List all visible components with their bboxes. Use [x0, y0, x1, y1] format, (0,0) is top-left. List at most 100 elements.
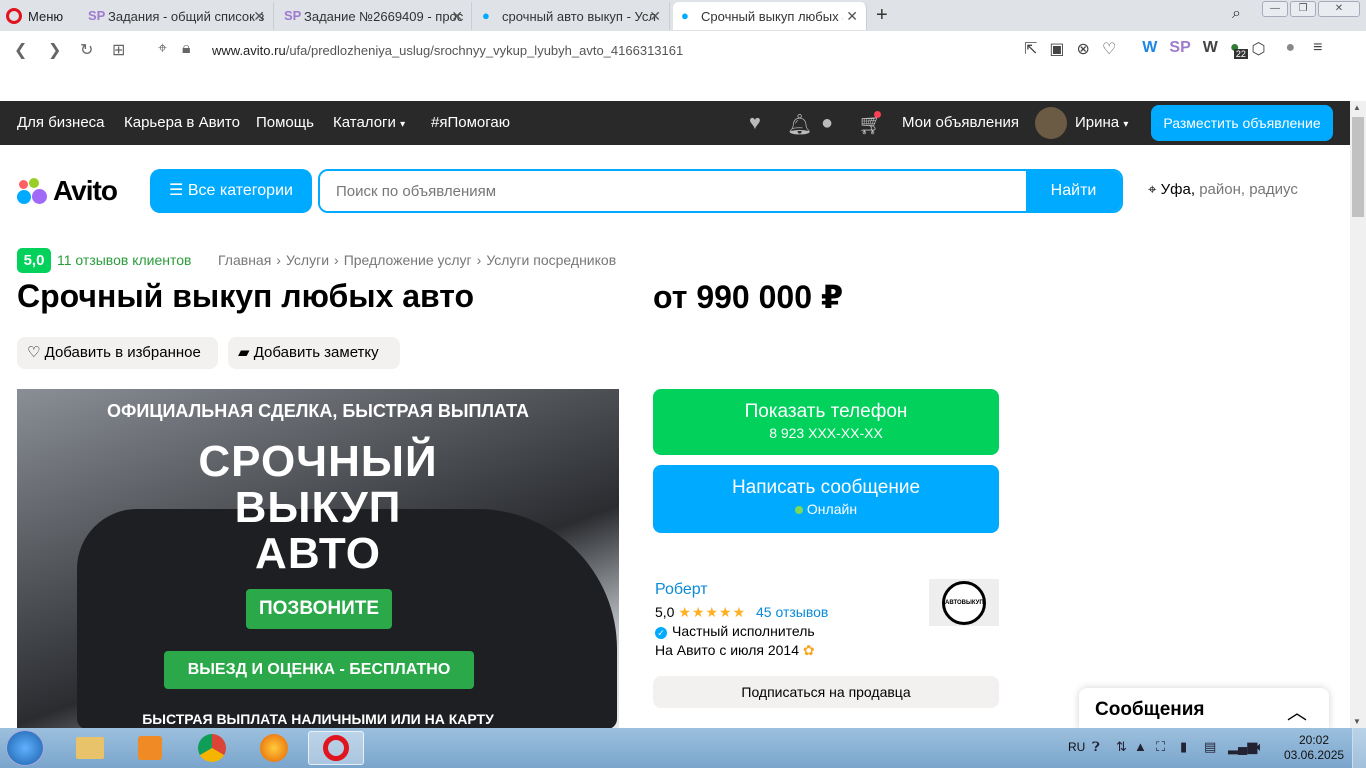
seller-name[interactable]: Роберт	[655, 581, 708, 599]
close-tab-icon[interactable]: ✕	[846, 8, 858, 25]
notifications-bell-icon[interactable]: 🔔︎	[787, 112, 812, 137]
browser-tab-label: Задание №2669409 - прос	[304, 8, 464, 24]
user-menu[interactable]: Ирина ▾	[1075, 114, 1128, 131]
search-button[interactable]: Найти	[1026, 171, 1121, 211]
browser-tab[interactable]: SP Задание №2669409 - прос ✕	[276, 2, 472, 30]
photo-headline: ОФИЦИАЛЬНАЯ СДЕЛКА, БЫСТРАЯ ВЫПЛАТА	[107, 401, 529, 421]
help-icon[interactable]: ❓︎	[1092, 739, 1100, 755]
seller-logo[interactable]: АВТОВЫКУП	[929, 579, 999, 626]
network-icon[interactable]: ▂▄▆	[1228, 739, 1257, 755]
share-icon[interactable]: ⇱	[1024, 39, 1037, 59]
scrollbar-thumb[interactable]	[1352, 117, 1364, 217]
avito-dots-icon	[17, 176, 47, 206]
firefox-icon[interactable]	[246, 731, 302, 765]
nav-catalogs-link[interactable]: Каталоги ▾	[333, 114, 405, 131]
browser-tab[interactable]: SP Задания - общий список з ✕	[80, 2, 274, 30]
page-title: Срочный выкуп любых авто	[17, 278, 475, 314]
add-note-button[interactable]: ▰ Добавить заметку	[228, 337, 400, 369]
heart-icon[interactable]: ♡	[1102, 39, 1116, 59]
browser-tab-active[interactable]: ● Срочный выкуп любых ав ✕	[673, 2, 867, 30]
search-input[interactable]	[320, 171, 1020, 211]
seller-reviews-link[interactable]: 45 отзывов	[756, 604, 828, 620]
chrome-icon[interactable]	[184, 731, 240, 765]
system-clock[interactable]: 20:02 03.06.2025	[1284, 733, 1344, 763]
browser-menu-label: Меню	[28, 8, 64, 24]
nav-career-link[interactable]: Карьера в Авито	[124, 114, 240, 131]
start-button[interactable]	[6, 730, 44, 766]
close-window-icon[interactable]: ✕	[1318, 1, 1360, 17]
write-message-button[interactable]: Написать сообщение Онлайн	[653, 465, 999, 533]
breadcrumb-item[interactable]: Услуги посредников	[486, 252, 616, 268]
tray-app-icon[interactable]: ▮	[1180, 739, 1187, 755]
volume-icon[interactable]: 🔈︎	[1256, 739, 1264, 755]
search-tabs-icon[interactable]: ⌕	[1232, 5, 1241, 23]
subscribe-seller-button[interactable]: Подписаться на продавца	[653, 676, 999, 708]
wiki-extension-icon[interactable]: W	[1203, 39, 1218, 59]
windows-taskbar: RU ❓︎ ⇅ ▲ ⛶ ▮ ▤ ▂▄▆ 🔈︎ 20:02 03.06.2025	[0, 728, 1366, 768]
profile-icon[interactable]: ●	[1285, 39, 1295, 59]
browser-tab[interactable]: ● срочный авто выкуп - Усл ✕	[474, 2, 670, 30]
post-ad-button[interactable]: Разместить объявление	[1151, 105, 1333, 141]
add-favorite-label: Добавить в избранное	[44, 344, 201, 361]
favorites-heart-icon[interactable]: ♥	[749, 112, 761, 135]
all-categories-button[interactable]: ☰ Все категории	[150, 169, 312, 213]
sp-extension-icon[interactable]: SP	[1169, 39, 1190, 59]
close-tab-icon[interactable]: ✕	[451, 8, 463, 25]
cube-icon[interactable]: ⬡	[1252, 39, 1266, 59]
location-pin-icon[interactable]: ⌖	[158, 40, 167, 58]
note-icon: ▰	[238, 344, 250, 361]
device-icon[interactable]: ▤	[1204, 739, 1216, 755]
avatar[interactable]	[1035, 107, 1067, 139]
opera-icon[interactable]	[308, 731, 364, 765]
add-favorite-button[interactable]: ♡ Добавить в избранное	[17, 337, 218, 369]
media-player-icon[interactable]	[122, 731, 178, 765]
back-icon[interactable]: ❮	[14, 40, 27, 60]
show-hidden-icons-icon[interactable]: ▲	[1134, 739, 1147, 754]
breadcrumb-item[interactable]: Предложение услуг	[344, 252, 472, 268]
browser-menu-button[interactable]: Меню	[6, 5, 63, 27]
listing-photo[interactable]: ОФИЦИАЛЬНАЯ СДЕЛКА, БЫСТРАЯ ВЫПЛАТА СРОЧ…	[17, 389, 619, 729]
my-ads-link[interactable]: Мои объявления	[902, 114, 1019, 131]
chevron-up-icon[interactable]: ︿	[1287, 696, 1307, 725]
nav-help-link[interactable]: Помощь	[256, 114, 314, 131]
avito-logo[interactable]: Avito	[17, 175, 118, 207]
window-controls: — ❐ ✕	[1262, 1, 1360, 17]
tray-arrows-icon[interactable]: ⇅	[1116, 739, 1127, 755]
language-indicator[interactable]: RU	[1068, 740, 1085, 754]
sp-icon: SP	[88, 8, 106, 23]
browser-tab-label: Срочный выкуп любых ав	[701, 8, 843, 24]
address-bar: ❮ ❯ ↻ ⊞ ⌖ 🔒︎ www.avito.ru/ufa/predlozhen…	[0, 31, 1366, 69]
minimize-icon[interactable]: —	[1262, 1, 1288, 17]
url-field[interactable]: www.avito.ru/ufa/predlozheniya_uslug/sro…	[212, 43, 683, 58]
counter-extension-icon[interactable]: ● 22	[1230, 39, 1248, 59]
screenshot-tool-icon[interactable]: ⛶	[1156, 739, 1165, 755]
seller-rating: 5,0 ★★★★★ 45 отзывов	[655, 604, 828, 621]
settings-menu-icon[interactable]: ≡	[1313, 39, 1322, 59]
page-scrollbar[interactable]: ▲ ▼	[1350, 101, 1366, 728]
speed-dial-icon[interactable]: ⊞	[112, 40, 125, 60]
nav-pomogayu-link[interactable]: #яПомогаю	[431, 114, 510, 131]
breadcrumb-item[interactable]: Главная	[218, 252, 271, 268]
reviews-link[interactable]: 11 отзывов клиентов	[57, 252, 191, 268]
extension-badge: 22	[1233, 49, 1248, 59]
messages-chat-icon[interactable]: ●	[821, 112, 833, 135]
explorer-icon[interactable]	[62, 731, 118, 765]
breadcrumb-item[interactable]: Услуги	[286, 252, 329, 268]
w-extension-icon[interactable]: W	[1142, 39, 1157, 59]
show-phone-button[interactable]: Показать телефон 8 923 XXX-XX-XX	[653, 389, 999, 455]
close-tab-icon[interactable]: ✕	[649, 8, 661, 25]
nav-business-link[interactable]: Для бизнеса	[17, 114, 105, 131]
new-tab-icon[interactable]: +	[876, 4, 888, 27]
messages-panel[interactable]: Сообщения ︿	[1079, 688, 1329, 730]
camera-icon[interactable]: ▣	[1049, 39, 1064, 59]
maximize-icon[interactable]: ❐	[1290, 1, 1316, 17]
adblock-icon[interactable]: ⊗	[1077, 39, 1090, 59]
reload-icon[interactable]: ↻	[80, 40, 93, 60]
scroll-down-icon[interactable]: ▼	[1353, 717, 1361, 726]
show-desktop-button[interactable]	[1352, 728, 1366, 768]
forward-icon[interactable]: ❯	[48, 40, 61, 60]
clock-time: 20:02	[1298, 733, 1330, 747]
scroll-up-icon[interactable]: ▲	[1353, 103, 1361, 112]
location-selector[interactable]: ⌖ Уфа, район, радиус	[1148, 181, 1298, 198]
close-tab-icon[interactable]: ✕	[253, 8, 265, 25]
